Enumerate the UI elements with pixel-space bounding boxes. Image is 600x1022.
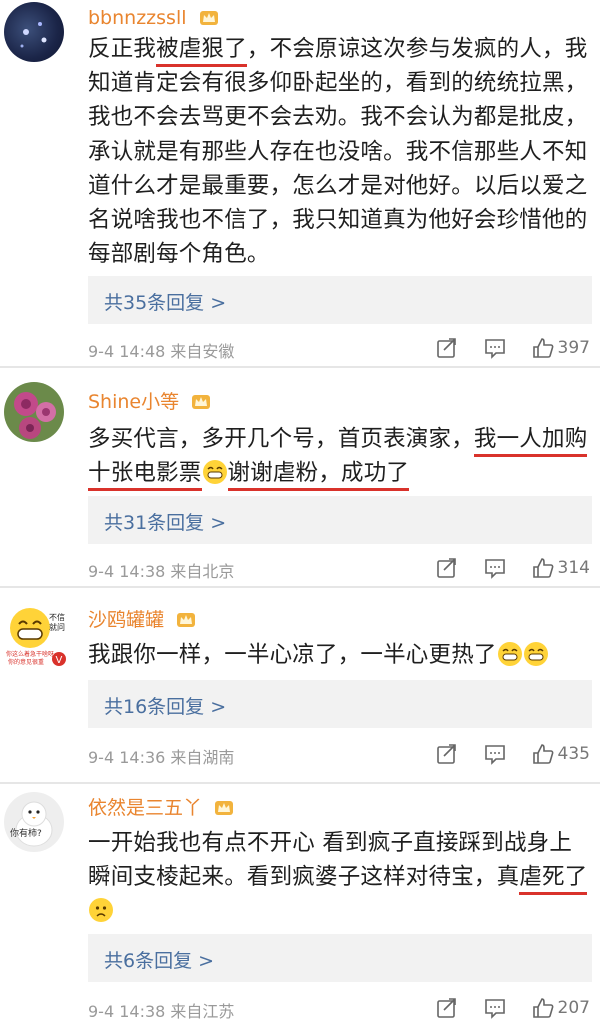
replies-link[interactable]: 共6条回复 > <box>88 934 592 982</box>
username[interactable]: Shine小等 <box>88 390 211 414</box>
comment-actions: 435 <box>410 740 590 768</box>
like-icon[interactable] <box>532 557 554 579</box>
avatar-caption: 你的意见很重 <box>8 659 45 666</box>
share-icon[interactable] <box>436 337 458 359</box>
comment-item: 你有柿? 依然是三五丫 一开始我也有点不开心 看到疯子直接踩到战身上 瞬间支棱起… <box>0 782 600 1022</box>
replies-link[interactable]: 共35条回复 > <box>88 276 592 324</box>
share-icon[interactable] <box>436 743 458 765</box>
crown-badge-icon <box>192 395 211 409</box>
comment-text: 我跟你一样，一半心凉了，一半心更热了 <box>88 638 588 672</box>
comment-meta: 9-4 14:38 来自江苏 <box>88 1002 235 1021</box>
comment-item: Shine小等 多买代言，多开几个号，首页表演家，我一人加购十张电影票 谢谢虐粉，… <box>0 368 600 588</box>
crown-badge-icon <box>177 613 196 627</box>
comment-text: 反正我被虐狠了，不会原谅这次参与发疯的人，我知道肯定会有很多仰卧起坐的，看到的统… <box>88 36 588 268</box>
username[interactable]: 依然是三五丫 <box>88 796 234 820</box>
comment-icon[interactable] <box>484 557 506 579</box>
grin-emoji-icon <box>523 642 548 666</box>
comment-item: bbnnzzssll 反正我被虐狠了，不会原谅这次参与发疯的人，我知道肯定会有很… <box>0 0 600 368</box>
comment-actions: 207 <box>410 994 590 1022</box>
avatar[interactable]: 你有柿? <box>4 792 64 852</box>
username[interactable]: bbnnzzssll <box>88 6 219 30</box>
crown-badge-icon <box>199 11 218 25</box>
worried-emoji-icon <box>89 898 113 923</box>
comment-meta: 9-4 14:38 来自北京 <box>88 562 235 581</box>
comment-item: V 不信 就问 你这么着急干啥呀 你的意见很重 沙鸥罐罐 我跟你一样，一半心凉了… <box>0 588 600 788</box>
like-count: 314 <box>557 558 590 578</box>
crown-badge-icon <box>215 801 234 815</box>
avatar[interactable]: V 不信 就问 你这么着急干啥呀 你的意见很重 <box>4 602 68 666</box>
like-count: 397 <box>557 338 590 358</box>
share-icon[interactable] <box>436 557 458 579</box>
avatar[interactable] <box>4 2 64 62</box>
comment-meta: 9-4 14:36 来自湖南 <box>88 748 235 767</box>
comment-text: 多买代言，多开几个号，首页表演家，我一人加购十张电影票 谢谢虐粉，成功了 <box>88 422 588 492</box>
like-count: 435 <box>557 744 590 764</box>
like-icon[interactable] <box>532 997 554 1019</box>
grin-emoji-icon <box>497 642 522 666</box>
avatar[interactable] <box>4 382 64 442</box>
comment-icon[interactable] <box>484 743 506 765</box>
comment-icon[interactable] <box>484 997 506 1019</box>
username[interactable]: 沙鸥罐罐 <box>88 608 196 632</box>
avatar-caption: 就问 <box>49 623 65 632</box>
grin-emoji-icon <box>202 460 227 485</box>
like-count: 207 <box>557 998 590 1018</box>
like-icon[interactable] <box>532 743 554 765</box>
replies-link[interactable]: 共16条回复 > <box>88 680 592 728</box>
comment-icon[interactable] <box>484 337 506 359</box>
replies-link[interactable]: 共31条回复 > <box>88 496 592 544</box>
share-icon[interactable] <box>436 997 458 1019</box>
comment-meta: 9-4 14:48 来自安徽 <box>88 342 235 361</box>
comment-text: 一开始我也有点不开心 看到疯子直接踩到战身上 瞬间支棱起来。看到疯婆子这样对待宝… <box>88 826 588 929</box>
avatar-caption: 你有柿? <box>10 829 42 839</box>
comment-actions: 314 <box>410 554 590 582</box>
comment-actions: 397 <box>410 334 590 362</box>
svg-text:V: V <box>56 655 63 666</box>
like-icon[interactable] <box>532 337 554 359</box>
